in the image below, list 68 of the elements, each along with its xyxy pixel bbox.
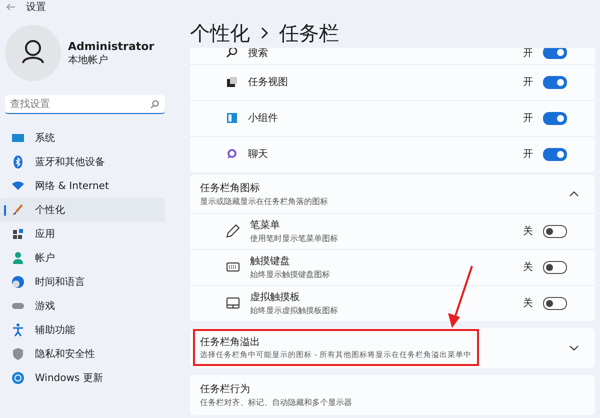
nav-item[interactable]: 蓝牙和其他设备 [0,150,165,174]
toggle-state: 开 [523,148,533,162]
settings-section[interactable]: 任务栏行为 任务栏对齐、标记、自动隐藏和多个显示器 [190,374,595,415]
keyboard-icon [226,260,240,274]
toggle-switch[interactable] [543,296,567,310]
chevron-right-icon [260,26,269,40]
toggle-switch[interactable] [543,224,567,238]
section-title: 任务栏角图标 [200,182,261,195]
toggle-state: 开 [523,46,533,60]
toggle-switch[interactable] [543,148,567,161]
nav-item[interactable]: 辅助功能 [0,318,165,342]
search-field[interactable]: 查找设置 [5,95,165,114]
avatar-icon [5,25,61,81]
accessibility-icon [11,323,25,337]
toggle-state: 开 [523,76,533,90]
wifi-icon [11,179,25,193]
account-type: 本地帐户 [68,54,109,66]
toggle-switch[interactable] [543,76,567,89]
back-icon[interactable] [6,3,16,11]
touchpad-icon [226,296,240,310]
setting-label: 聊天 [248,148,268,162]
apps-icon [11,227,25,241]
toggle-state: 关 [523,224,533,238]
pen-icon [226,224,240,238]
section-subtitle: 显示或隐藏显示在任务栏角落的图标 [200,196,328,207]
setting-description: 始终显示虚拟触摸板图标 [250,305,338,316]
search-icon [150,100,159,109]
nav-item[interactable]: Windows 更新 [0,366,165,390]
nav-item[interactable]: 帐户 [0,246,165,270]
shield-icon [11,347,25,361]
nav-item[interactable]: 游戏 [0,294,165,318]
section-title: 任务栏行为 [200,382,251,396]
toggle-switch[interactable] [543,112,567,125]
nav-item[interactable]: 网络 & Internet [0,174,165,198]
breadcrumb-parent[interactable]: 个性化 [190,20,250,47]
bluetooth-icon [11,155,25,169]
setting-label: 虚拟触摸板 [250,290,301,304]
setting-label: 触摸键盘 [250,254,291,268]
nav-item[interactable]: 个性化 [0,198,165,222]
nav-item[interactable]: 时间和语言 [0,270,165,294]
toggle-state: 关 [523,260,533,274]
setting-label: 搜索 [248,46,268,60]
chat-icon [226,148,238,160]
monitor-icon [11,131,25,145]
nav-item[interactable]: 隐私和安全性 [0,342,165,366]
window-title: 设置 [26,0,46,14]
nav-item[interactable]: 应用 [0,222,165,246]
section-title: 任务栏角溢出 [200,336,261,350]
nav-item[interactable]: 系统 [0,126,165,150]
toggle-switch[interactable] [543,260,567,274]
arrow-drawing [445,265,475,329]
section-subtitle: 任务栏对齐、标记、自动隐藏和多个显示器 [200,396,352,408]
chevron-up-icon[interactable] [569,190,579,197]
account-name: Administrator [68,40,154,52]
setting-description: 始终显示触摸键盘图标 [250,269,330,280]
setting-description: 使用笔时显示笔菜单图标 [250,233,338,244]
setting-label: 任务视图 [248,76,288,90]
brush-icon [11,203,25,217]
page-title: 任务栏 [279,20,339,47]
chevron-down-icon[interactable] [569,344,579,351]
toggle-state: 关 [523,296,533,310]
setting-label: 小组件 [248,112,278,126]
search-icon [226,46,238,58]
toggle-state: 开 [523,112,533,126]
setting-label: 笔菜单 [250,218,281,232]
widgets-icon [226,112,238,124]
person-icon [11,251,25,265]
task-view-icon [226,76,238,88]
